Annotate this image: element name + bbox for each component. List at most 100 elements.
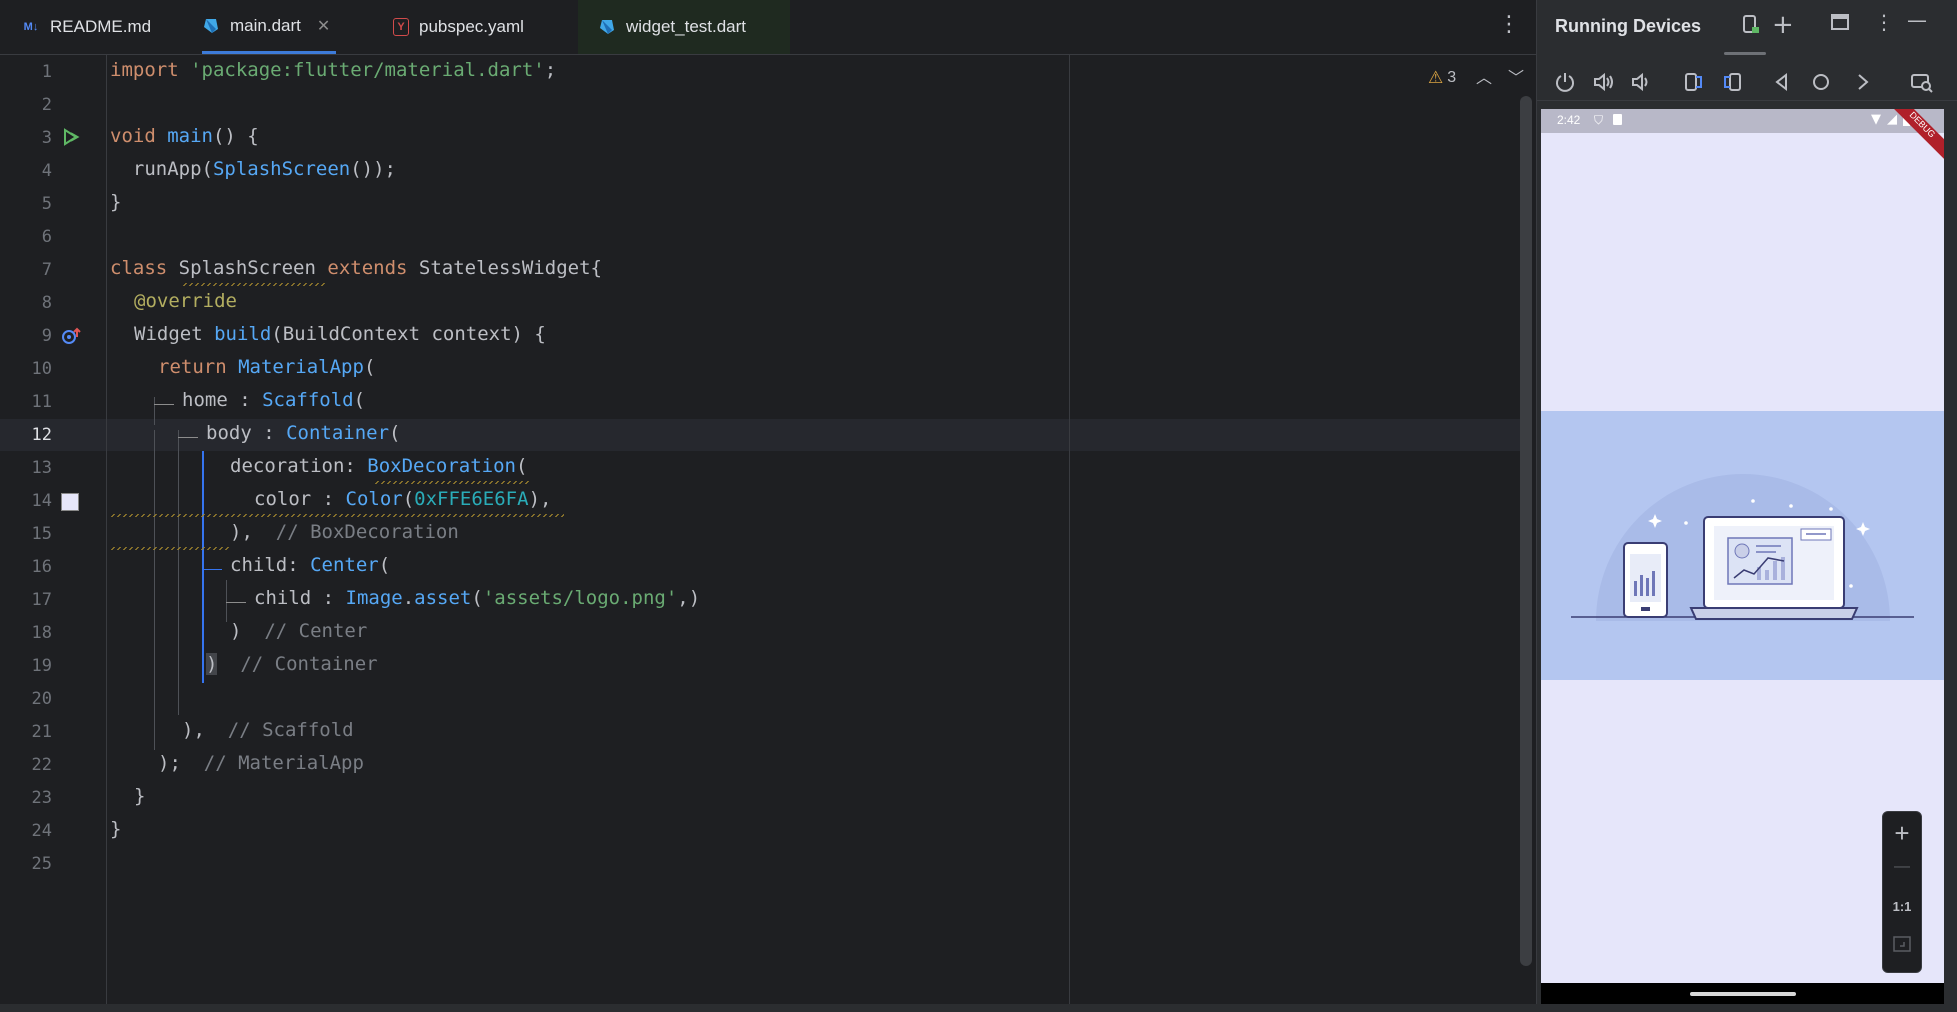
indent-guide (154, 397, 155, 425)
rotate-right-icon[interactable] (1722, 71, 1744, 98)
line-number: 14 (31, 491, 52, 511)
run-icon[interactable] (62, 128, 80, 150)
vertical-scrollbar[interactable] (1520, 96, 1532, 966)
code-line-12: body : Container( (206, 422, 401, 444)
status-bar: 2:42 ⛉ ▼ ◢ DEBUG (1541, 109, 1944, 163)
code-line-22: ); // MaterialApp (158, 752, 364, 774)
sd-card-icon (1613, 114, 1622, 125)
gesture-handle[interactable] (1690, 992, 1796, 996)
indent-guide (178, 430, 179, 715)
line-number-current: 12 (31, 425, 52, 445)
color-swatch-icon[interactable] (61, 493, 79, 511)
line-number: 5 (41, 194, 52, 214)
line-number: 2 (41, 95, 52, 115)
tab-widget-test[interactable]: widget_test.dart (578, 0, 791, 54)
line-number: 24 (31, 821, 52, 841)
more-options-icon[interactable]: ⋮ (1874, 10, 1894, 34)
warning-underline (374, 481, 530, 484)
zoom-out-button[interactable]: — (1883, 858, 1921, 876)
tab-main-dart[interactable]: main.dart ✕ (202, 0, 337, 54)
status-bar-bottom (0, 1004, 1957, 1012)
line-number: 17 (31, 590, 52, 610)
signal-icon: ◢ (1887, 112, 1897, 127)
line-number: 6 (41, 227, 52, 247)
line-number: 20 (31, 689, 52, 709)
indent-guide (154, 404, 174, 405)
markdown-icon: M↓ (23, 21, 39, 33)
indent-guide (202, 569, 222, 570)
warning-underline (110, 547, 230, 550)
add-icon[interactable]: + (1772, 10, 1794, 40)
dart-icon (598, 18, 616, 36)
warning-underline (110, 514, 564, 517)
indent-guide (178, 437, 198, 438)
actual-size-button[interactable]: 1:1 (1883, 899, 1921, 914)
line-number: 22 (31, 755, 52, 775)
line-number: 11 (31, 392, 52, 412)
yaml-icon: Y (393, 18, 409, 36)
volume-down-icon[interactable] (1630, 71, 1652, 98)
panel-title: Running Devices (1555, 16, 1702, 36)
override-icon[interactable] (60, 326, 82, 350)
warnings-indicator[interactable]: ⚠ 3 (1428, 68, 1456, 88)
chevron-down-icon[interactable]: ﹀ (1508, 64, 1524, 88)
tab-pubspec[interactable]: Y pubspec.yaml (393, 0, 524, 54)
window-icon[interactable] (1830, 12, 1850, 37)
tab-label: widget_test.dart (626, 17, 747, 36)
line-number: 1 (41, 62, 52, 82)
line-number: 15 (31, 524, 52, 544)
fit-screen-icon[interactable] (1883, 936, 1921, 957)
status-time: 2:42 (1557, 113, 1581, 127)
shield-icon: ⛉ (1594, 113, 1604, 127)
tab-label: pubspec.yaml (419, 17, 524, 36)
code-line-16: child: Center( (230, 554, 391, 576)
chevron-up-icon[interactable]: ︿ (1476, 64, 1492, 88)
wifi-icon: ▼ (1871, 112, 1881, 127)
device-manager-icon[interactable] (1742, 14, 1762, 41)
power-icon[interactable] (1554, 71, 1576, 98)
code-line-24: } (110, 818, 122, 840)
code-line-3: void main() { (110, 125, 259, 147)
line-number: 13 (31, 458, 52, 478)
code-line-13: decoration: BoxDecoration( (230, 455, 528, 477)
line-number: 9 (41, 326, 52, 346)
line-number: 18 (31, 623, 52, 643)
home-icon[interactable] (1810, 71, 1832, 98)
indent-guide (154, 430, 155, 750)
tab-indicator (1724, 52, 1766, 55)
indent-guide (226, 602, 246, 603)
code-line-15: ), // BoxDecoration (230, 521, 459, 543)
code-line-11: home : Scaffold( (182, 389, 366, 411)
minimize-icon[interactable]: — (1907, 8, 1927, 32)
line-number: 25 (31, 854, 52, 874)
volume-up-icon[interactable] (1592, 71, 1616, 98)
line-number: 3 (41, 128, 52, 148)
tab-readme[interactable]: M↓ README.md (22, 0, 151, 54)
code-line-5: } (110, 191, 122, 213)
line-number: 21 (31, 722, 52, 742)
line-number: 16 (31, 557, 52, 577)
right-margin-guide (1069, 55, 1070, 1005)
overview-icon[interactable] (1854, 71, 1872, 98)
indent-guide-active (202, 451, 204, 683)
zoom-in-button[interactable]: + (1883, 818, 1921, 849)
back-icon[interactable] (1773, 71, 1791, 98)
line-number: 7 (41, 260, 52, 280)
code-line-10: return MaterialApp( (158, 356, 376, 378)
code-line-4: runApp(SplashScreen()); (110, 158, 396, 180)
splash-logo-image (1541, 411, 1944, 680)
more-options-icon[interactable]: ⋮ (1498, 12, 1520, 37)
close-icon[interactable]: ✕ (317, 16, 330, 36)
line-number: 23 (31, 788, 52, 808)
indent-guide (226, 580, 227, 622)
code-line-17: child : Image.asset('assets/logo.png',) (254, 587, 701, 609)
code-line-18: ) // Center (230, 620, 368, 642)
code-line-7: class SplashScreen extends StatelessWidg… (110, 257, 602, 279)
editor-tab-bar: M↓ README.md main.dart ✕ Y pubspec.yaml … (0, 0, 1536, 54)
gutter-divider (106, 55, 107, 1005)
rotate-left-icon[interactable] (1682, 71, 1704, 98)
code-line-19: ) // Container (206, 653, 378, 675)
screenshot-icon[interactable] (1910, 71, 1934, 98)
code-line-14: color : Color(0xFFE6E6FA), (254, 488, 552, 510)
code-line-9: Widget build(BuildContext context) { (134, 323, 546, 345)
